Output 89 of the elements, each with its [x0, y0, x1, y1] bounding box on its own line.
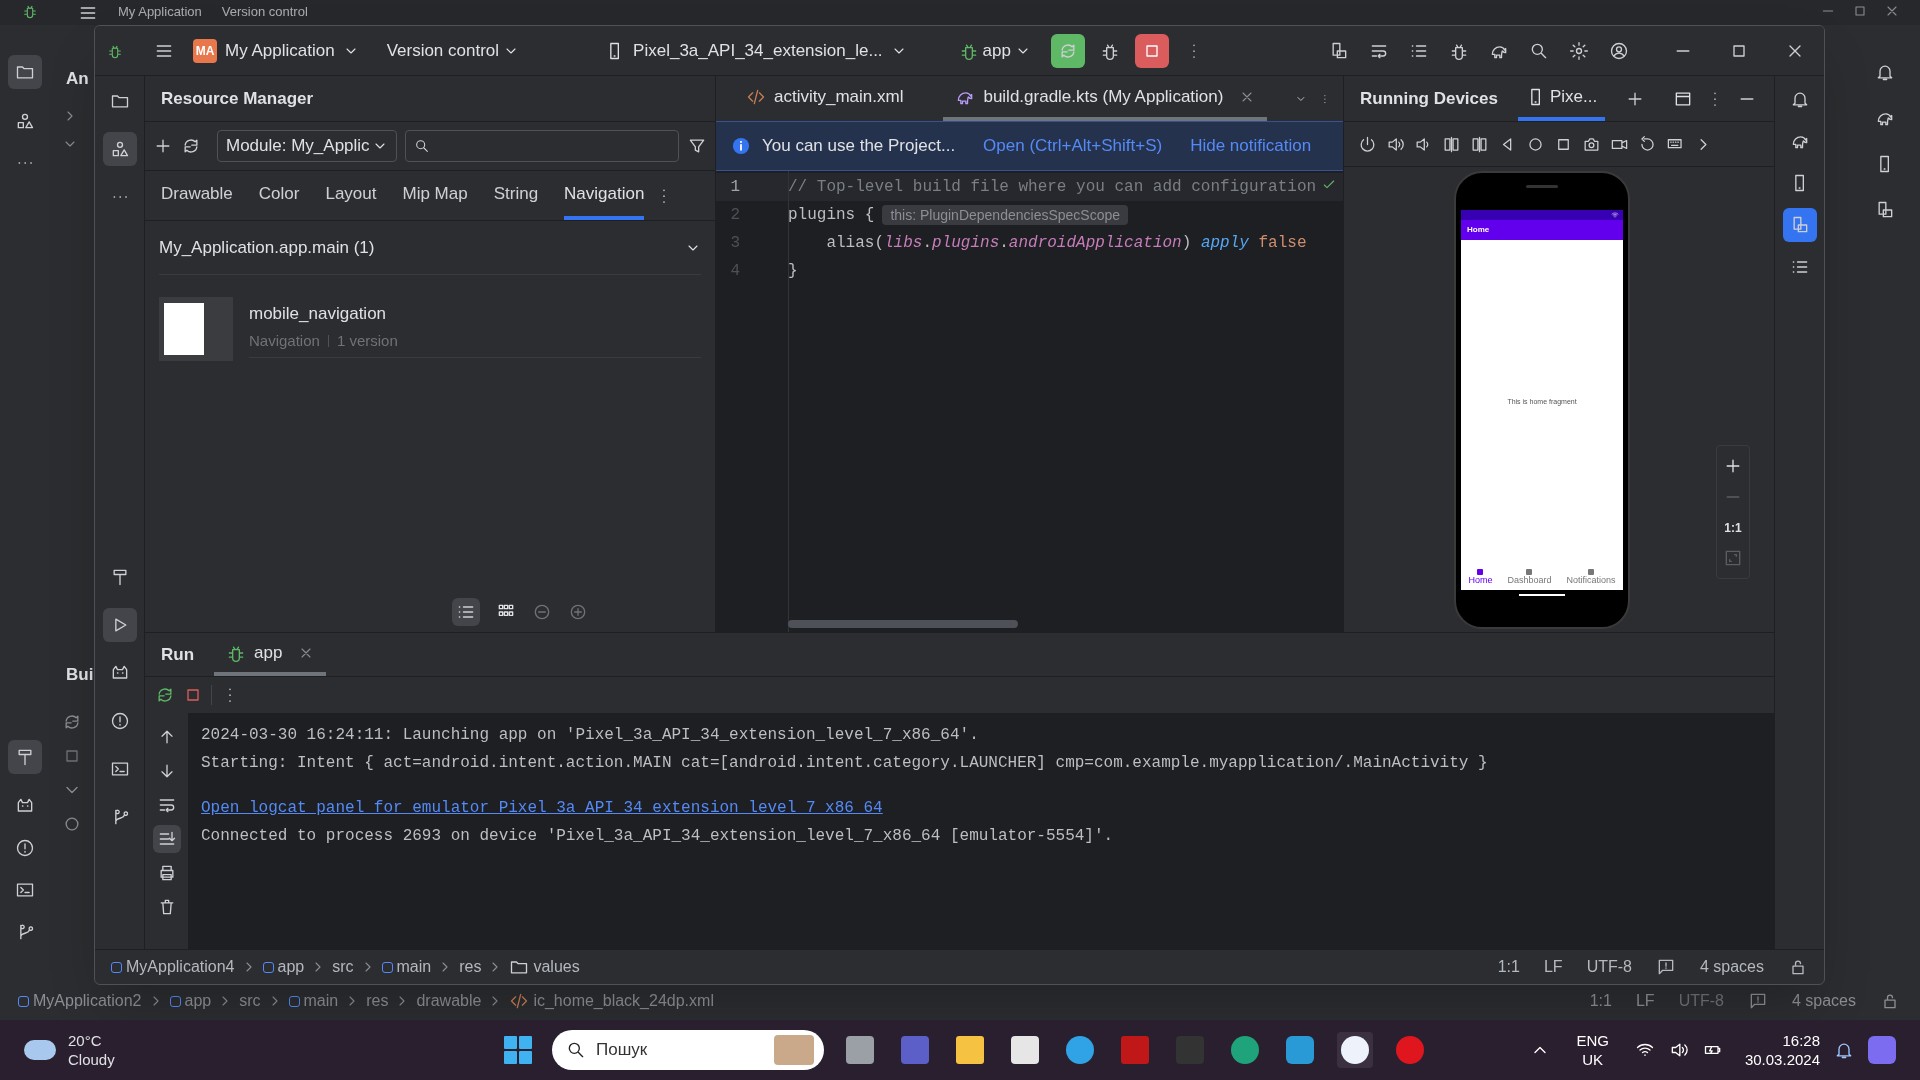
breadcrumb[interactable]: src — [239, 989, 261, 1013]
language-indicator[interactable]: ENG — [1576, 1031, 1609, 1050]
info-icon — [732, 137, 750, 155]
panel-title: Bui — [66, 664, 94, 686]
status-item[interactable]: 1:1 — [1497, 955, 1520, 979]
resource-tab[interactable]: String — [493, 171, 539, 220]
search-icon — [566, 1040, 586, 1060]
project-selector[interactable]: MA My Application — [189, 37, 363, 64]
run-config-selector[interactable]: app — [958, 37, 1031, 64]
breadcrumb[interactable]: MyApplication4 — [111, 955, 235, 979]
bottom-nav-item[interactable]: Notifications — [1566, 568, 1616, 586]
search-highlight-picture — [774, 1035, 814, 1065]
inlay-hint: this: PluginDependenciesSpecScope — [882, 205, 1129, 225]
status-item[interactable]: LF — [1635, 989, 1655, 1013]
project-badge: MA — [193, 38, 217, 63]
resource-thumbnail[interactable] — [159, 297, 233, 361]
search-field[interactable] — [405, 130, 679, 162]
breadcrumb[interactable]: res — [459, 955, 482, 979]
panel-title: Running Devices — [1360, 87, 1498, 110]
zoom-out-icon[interactable] — [532, 602, 552, 622]
status-item[interactable]: LF — [1543, 955, 1563, 979]
logcat-link[interactable]: Open logcat panel for emulator Pixel 3a API 34 extension level 7 x86 64 — [201, 796, 883, 820]
editor-tab[interactable]: activity_main.xml — [734, 76, 916, 121]
resource-tab[interactable]: Mip Map — [402, 171, 468, 220]
breadcrumb[interactable]: drawable — [416, 989, 482, 1013]
bottom-nav-item[interactable]: Home — [1468, 568, 1493, 586]
account-icon[interactable] — [1609, 40, 1629, 61]
horizontal-scrollbar[interactable] — [788, 620, 1018, 628]
group-header[interactable]: My_Application.app.main (1) — [159, 234, 375, 261]
structure-icon[interactable] — [15, 111, 35, 131]
status-item[interactable]: 1:1 — [1589, 989, 1612, 1013]
code-line: alias(libs.plugins.androidApplication) apply false — [825, 233, 1307, 254]
resource-name[interactable]: mobile_navigation — [249, 300, 701, 326]
device-selector[interactable]: Pixel_3a_API_34_extension_le... — [605, 37, 907, 64]
status-item[interactable]: UTF-8 — [1586, 955, 1632, 979]
resource-type: Navigation — [249, 331, 320, 351]
xml-file-icon — [509, 991, 530, 1011]
breadcrumb[interactable]: ic_home_black_24dp.xml — [509, 989, 714, 1013]
project-name[interactable]: My Application — [118, 3, 202, 21]
breadcrumb[interactable]: main — [288, 989, 339, 1013]
breadcrumb[interactable]: app — [169, 989, 212, 1013]
notification-link[interactable]: Hide notification — [1190, 133, 1312, 159]
temperature: 20°C — [68, 1031, 103, 1050]
breadcrumb[interactable]: src — [332, 955, 354, 979]
clock-time[interactable]: 16:28 — [1782, 1031, 1820, 1050]
language-indicator[interactable]: UK — [1582, 1050, 1604, 1069]
app-bar-title: Home — [1467, 224, 1490, 236]
resource-tab[interactable]: Navigation — [564, 171, 645, 220]
breadcrumb[interactable]: values — [509, 955, 580, 979]
resource-tab[interactable]: Layout — [325, 171, 377, 220]
breadcrumb[interactable]: MyApplication2 — [18, 989, 142, 1013]
settings-icon[interactable] — [1569, 40, 1589, 61]
search-icon — [414, 138, 430, 154]
notification-text: You can use the Project... — [762, 135, 956, 158]
power-icon[interactable] — [1358, 134, 1377, 154]
resource-tab[interactable]: Drawable — [161, 171, 233, 220]
status-item[interactable]: 4 spaces — [1699, 955, 1764, 979]
clock-date[interactable]: 30.03.2024 — [1744, 1050, 1820, 1069]
code-line: // Top-level build file where you can add configuration — [788, 177, 1317, 198]
panel-title: Run — [161, 643, 195, 666]
console-line: Starting: Intent { act=android.intent.action.MAIN cat=[android.intent.category.LAUNCHER] cmp=com.example.myapplication/.MainActivity } — [201, 753, 1489, 774]
console-line: Connected to process 2693 on device 'Pixel_3a_API_34_extension_level_7_x86_64 [emulator-5554]'. — [201, 826, 1115, 847]
problems-icon[interactable] — [109, 711, 130, 731]
panel-title: An — [66, 68, 89, 90]
version-count: 1 version — [336, 331, 398, 351]
zoom-actual-size[interactable]: 1:1 — [1724, 518, 1742, 537]
cloud-icon — [24, 1040, 56, 1060]
code-line: plugins { this: PluginDependenciesSpecScope — [788, 203, 1129, 227]
module-dropdown[interactable]: Module: My_Applic — [217, 130, 397, 162]
bottom-nav-item[interactable]: Dashboard — [1507, 568, 1552, 586]
start-button[interactable] — [504, 1036, 532, 1064]
code-line: } — [788, 261, 798, 282]
console-line: 2024-03-30 16:24:11: Launching app on 'Pixel_3a_API_34_extension_level_7_x86_64'. — [201, 725, 980, 746]
vcs-selector[interactable]: Version control — [386, 37, 520, 64]
reset-icon[interactable] — [1638, 134, 1657, 154]
run-tab[interactable]: app — [214, 633, 327, 676]
status-item[interactable]: 4 spaces — [1791, 989, 1856, 1013]
problems-icon[interactable] — [15, 838, 35, 858]
zoom-in-icon[interactable] — [568, 602, 588, 622]
panel-title: Resource Manager — [161, 87, 314, 110]
notification-link[interactable]: Open (Ctrl+Alt+Shift+S) — [983, 133, 1163, 159]
vcs-menu[interactable]: Version control — [221, 3, 308, 21]
breadcrumb[interactable]: main — [381, 955, 432, 979]
device-tab[interactable]: Pixe... — [1517, 76, 1606, 121]
line-number: 1 — [729, 177, 741, 198]
breadcrumb[interactable]: app — [262, 955, 305, 979]
resource-tab[interactable]: Color — [258, 171, 300, 220]
weather-condition: Cloudy — [68, 1050, 115, 1069]
breadcrumb[interactable]: res — [366, 989, 389, 1013]
